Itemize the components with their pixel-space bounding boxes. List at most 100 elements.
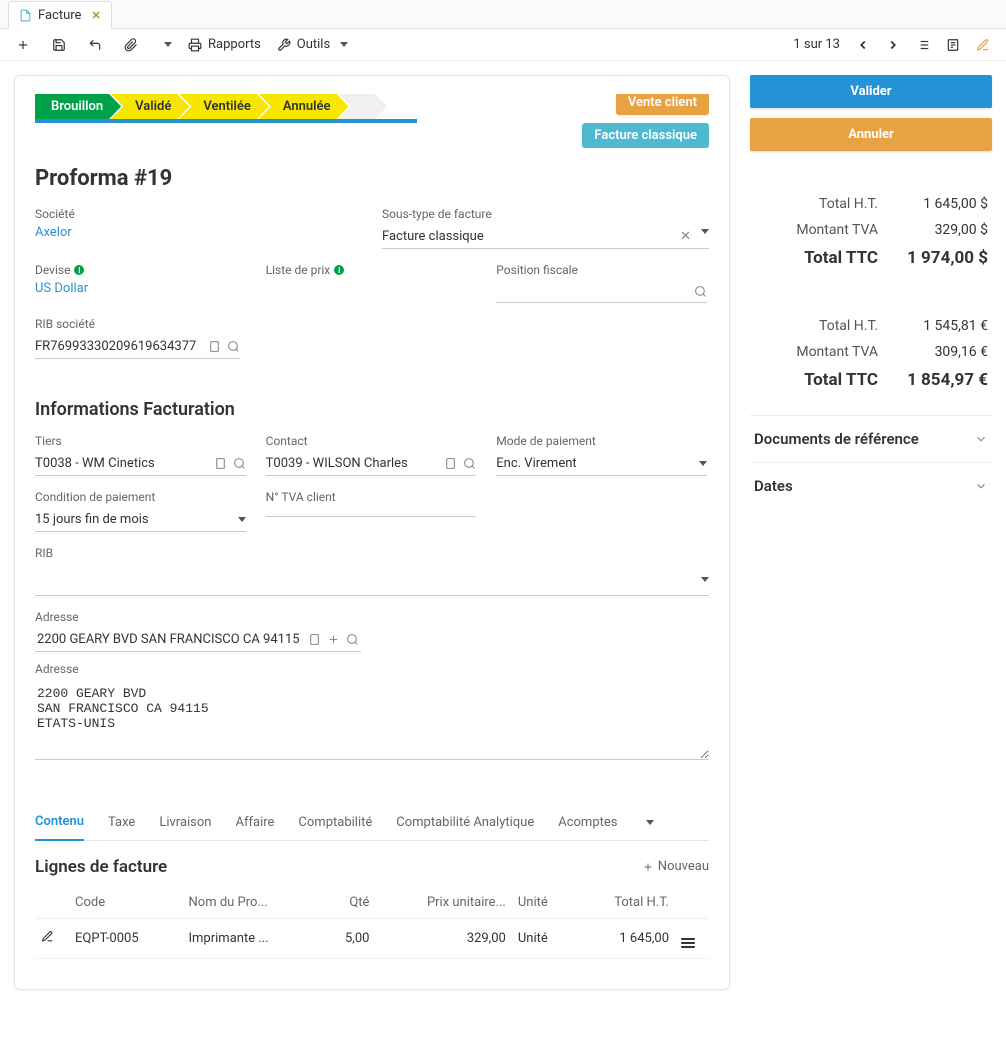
tab-more[interactable]	[642, 805, 654, 840]
new-line-button[interactable]: Nouveau	[642, 859, 709, 874]
save-button[interactable]	[52, 38, 66, 52]
chevron-down-icon[interactable]	[701, 229, 709, 234]
contact-label: Contact	[266, 434, 477, 448]
prev-button[interactable]	[856, 38, 870, 52]
rib-select[interactable]	[35, 564, 709, 596]
tab-facture[interactable]: Facture ✕	[8, 1, 112, 29]
right-column: Valider Annuler Total H.T. 1 645,00 $ Mon…	[750, 75, 992, 509]
cell-code: EQPT-0005	[69, 919, 183, 959]
tab-taxe[interactable]: Taxe	[108, 805, 135, 840]
info-icon[interactable]: i	[334, 265, 344, 275]
attach-button[interactable]	[124, 38, 138, 52]
cancel-button[interactable]: Annuler	[750, 118, 992, 151]
paymode-value: Enc. Virement	[496, 456, 576, 471]
totals-eur: Total H.T.1 545,81 € Montant TVA309,16 €…	[750, 313, 992, 395]
search-icon[interactable]	[463, 457, 476, 470]
fiscal-input[interactable]	[496, 281, 707, 303]
tab-compta-analytique[interactable]: Comptabilité Analytique	[396, 805, 534, 840]
clear-icon[interactable]: ✕	[680, 229, 691, 244]
partner-input[interactable]: T0038 - WM Cinetics	[35, 452, 246, 476]
ribsoc-input[interactable]: FR76993330209619634377	[35, 335, 240, 359]
cell-total: 1 645,00	[575, 919, 675, 959]
status-ventilee[interactable]: Ventilée	[179, 94, 269, 119]
fiscal-label: Position fiscale	[496, 263, 707, 277]
tab-contenu[interactable]: Contenu	[35, 804, 84, 841]
total-ttc-eur-label: Total TTC	[754, 370, 878, 390]
search-icon[interactable]	[233, 457, 246, 470]
contact-value: T0039 - WILSON Charles	[266, 456, 408, 471]
document-icon[interactable]	[444, 457, 457, 470]
close-icon[interactable]: ✕	[91, 9, 100, 22]
search-icon[interactable]	[227, 340, 240, 353]
company-link[interactable]: Axelor	[35, 225, 362, 240]
status-valide[interactable]: Validé	[111, 94, 189, 119]
undo-button[interactable]	[88, 38, 102, 52]
tab-affaire[interactable]: Affaire	[235, 805, 274, 840]
col-price[interactable]: Prix unitaire...	[375, 887, 511, 919]
chevron-down-icon	[974, 432, 988, 446]
new-button[interactable]	[16, 38, 30, 52]
document-icon[interactable]	[308, 633, 321, 646]
tab-livraison[interactable]: Livraison	[159, 805, 211, 840]
status-annulee[interactable]: Annulée	[259, 94, 349, 119]
form-view-button[interactable]	[946, 38, 960, 52]
currency-link[interactable]: US Dollar	[35, 281, 246, 296]
total-tva-usd-label: Montant TVA	[754, 222, 878, 238]
next-button[interactable]	[886, 38, 900, 52]
panel-documents[interactable]: Documents de référence	[750, 415, 992, 462]
address-input[interactable]: 2200 GEARY BVD SAN FRANCISCO CA 94115	[35, 628, 361, 652]
table-row[interactable]: EQPT-0005 Imprimante ... 5,00 329,00 Uni…	[35, 919, 709, 959]
address-textarea[interactable]: 2200 GEARY BVD SAN FRANCISCO CA 94115 ET…	[35, 680, 709, 760]
row-menu-icon[interactable]	[681, 938, 695, 948]
list-view-button[interactable]	[916, 38, 930, 52]
edit-view-button[interactable]	[976, 38, 990, 52]
chevron-down-icon[interactable]	[701, 577, 709, 582]
document-icon[interactable]	[208, 340, 221, 353]
tab-comptabilite[interactable]: Comptabilité	[298, 805, 372, 840]
tab-acomptes[interactable]: Acomptes	[558, 805, 617, 840]
status-bar: Brouillon Validé Ventilée Annulée	[35, 94, 582, 119]
ribsoc-label: RIB société	[35, 317, 362, 331]
paycond-label: Condition de paiement	[35, 490, 246, 504]
chevron-down-icon[interactable]	[238, 517, 246, 522]
panel-dates[interactable]: Dates	[750, 462, 992, 509]
subtype-select[interactable]: Facture classique ✕	[382, 225, 709, 249]
total-ht-usd-label: Total H.T.	[754, 196, 878, 212]
col-qty[interactable]: Qté	[321, 887, 376, 919]
paycond-select[interactable]: 15 jours fin de mois	[35, 508, 246, 532]
total-ht-eur-value: 1 545,81 €	[898, 318, 988, 334]
lines-table: Code Nom du Pro... Qté Prix unitaire... …	[35, 887, 709, 959]
plus-icon	[642, 861, 654, 873]
validate-button[interactable]: Valider	[750, 75, 992, 108]
col-code[interactable]: Code	[69, 887, 183, 919]
total-ht-usd-value: 1 645,00 $	[898, 196, 988, 212]
company-label: Société	[35, 207, 362, 221]
panel-dates-label: Dates	[754, 477, 793, 495]
plus-icon[interactable]	[327, 633, 340, 646]
col-unit[interactable]: Unité	[512, 887, 575, 919]
tools-button[interactable]: Outils	[277, 37, 348, 52]
paymode-select[interactable]: Enc. Virement	[496, 452, 707, 476]
info-icon[interactable]: i	[74, 265, 84, 275]
content-tabs: Contenu Taxe Livraison Affaire Comptabil…	[35, 804, 709, 841]
edit-icon[interactable]	[41, 930, 54, 943]
paycond-value: 15 jours fin de mois	[35, 512, 149, 527]
col-name[interactable]: Nom du Pro...	[183, 887, 321, 919]
chevron-down-icon[interactable]	[699, 461, 707, 466]
document-icon[interactable]	[214, 457, 227, 470]
contact-input[interactable]: T0039 - WILSON Charles	[266, 452, 477, 476]
reports-button[interactable]: Rapports	[188, 37, 261, 52]
vatnum-input[interactable]	[266, 508, 477, 517]
billing-heading: Informations Facturation	[35, 399, 709, 420]
search-icon[interactable]	[694, 285, 707, 298]
col-total[interactable]: Total H.T.	[575, 887, 675, 919]
status-brouillon[interactable]: Brouillon	[35, 94, 121, 119]
partner-label: Tiers	[35, 434, 246, 448]
cell-unit: Unité	[512, 919, 575, 959]
more-dropdown[interactable]	[160, 42, 172, 47]
addr1-label: Adresse	[35, 610, 709, 624]
vatnum-label: N° TVA client	[266, 490, 477, 504]
new-line-label: Nouveau	[658, 859, 709, 874]
search-icon[interactable]	[346, 633, 359, 646]
toolbar: Rapports Outils 1 sur 13	[0, 29, 1006, 61]
